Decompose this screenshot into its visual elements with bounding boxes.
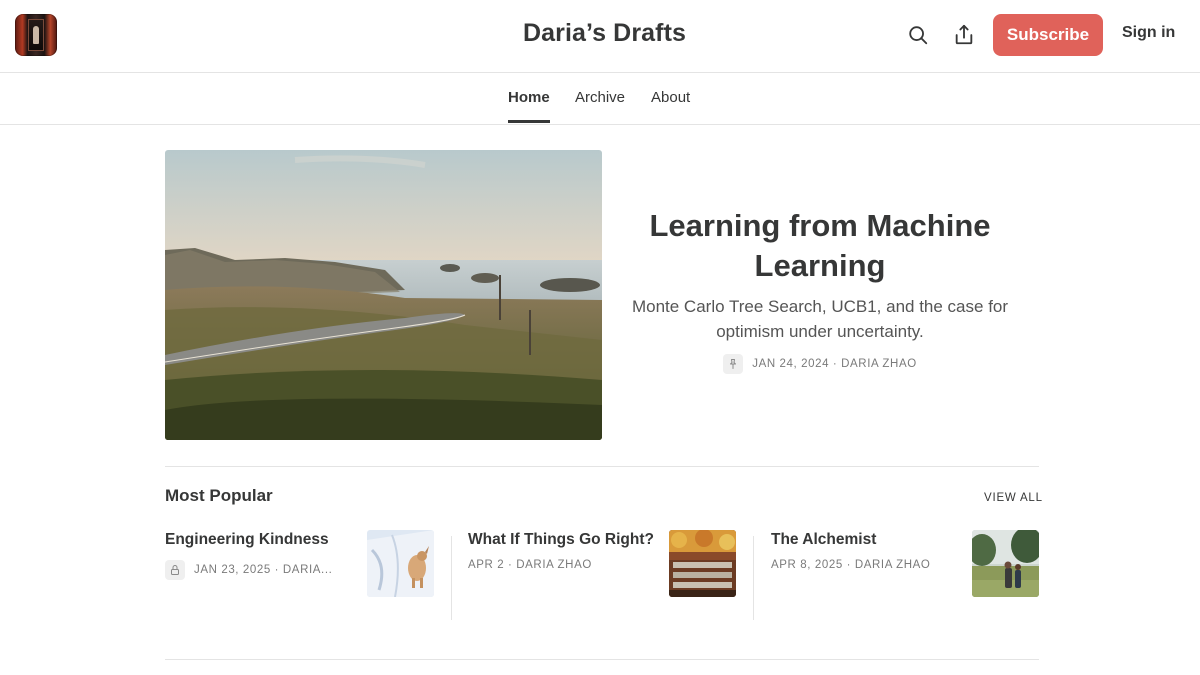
popular-post-card[interactable]: Engineering Kindness JAN 23, 2025 · DARI… [165, 530, 434, 620]
tab-about[interactable]: About [651, 89, 690, 106]
most-popular-heading: Most Popular [165, 486, 273, 505]
post-thumbnail[interactable] [669, 530, 736, 597]
hero-post-title[interactable]: Learning from Machine Learning [612, 206, 1028, 286]
section-divider [165, 466, 1039, 467]
post-meta: JAN 23, 2025 · DARIA... [165, 560, 332, 580]
tab-home[interactable]: Home [508, 89, 550, 106]
search-icon[interactable] [906, 23, 930, 47]
post-title[interactable]: Engineering Kindness [165, 531, 329, 549]
section-divider [165, 659, 1039, 660]
hero-post-meta: JAN 24, 2024 · DARIA ZHAO [612, 354, 1028, 374]
active-tab-indicator [508, 120, 550, 123]
post-title[interactable]: The Alchemist [771, 531, 876, 549]
tab-archive[interactable]: Archive [575, 89, 625, 106]
post-thumbnail[interactable] [367, 530, 434, 597]
post-meta: APR 2 · DARIA ZHAO [468, 559, 592, 571]
post-meta: APR 8, 2025 · DARIA ZHAO [771, 559, 930, 571]
subscribe-button[interactable]: Subscribe [993, 14, 1103, 56]
card-separator [753, 536, 754, 620]
post-date-author: APR 8, 2025 · DARIA ZHAO [771, 559, 931, 571]
popular-post-card[interactable]: The Alchemist APR 8, 2025 · DARIA ZHAO [771, 530, 1039, 620]
popular-post-card[interactable]: What If Things Go Right? APR 2 · DARIA Z… [468, 530, 736, 620]
sign-in-link[interactable]: Sign in [1122, 24, 1175, 42]
hero-post-date-author: JAN 24, 2024 · DARIA ZHAO [752, 358, 917, 370]
nav-tabs: Home Archive About [0, 73, 1200, 125]
card-separator [451, 536, 452, 620]
post-date-author: JAN 23, 2025 · DARIA... [194, 564, 333, 576]
view-all-link[interactable]: VIEW ALL [984, 492, 1043, 504]
post-title[interactable]: What If Things Go Right? [468, 531, 654, 549]
post-thumbnail[interactable] [972, 530, 1039, 597]
post-date-author: APR 2 · DARIA ZHAO [468, 559, 592, 571]
lock-icon [165, 560, 185, 580]
hero-post-image[interactable] [165, 150, 602, 440]
pin-icon [723, 354, 744, 374]
share-icon[interactable] [952, 23, 976, 47]
site-header: Daria’s Drafts Subscribe Sign in [0, 0, 1200, 73]
hero-post-subtitle: Monte Carlo Tree Search, UCB1, and the c… [631, 297, 1009, 341]
